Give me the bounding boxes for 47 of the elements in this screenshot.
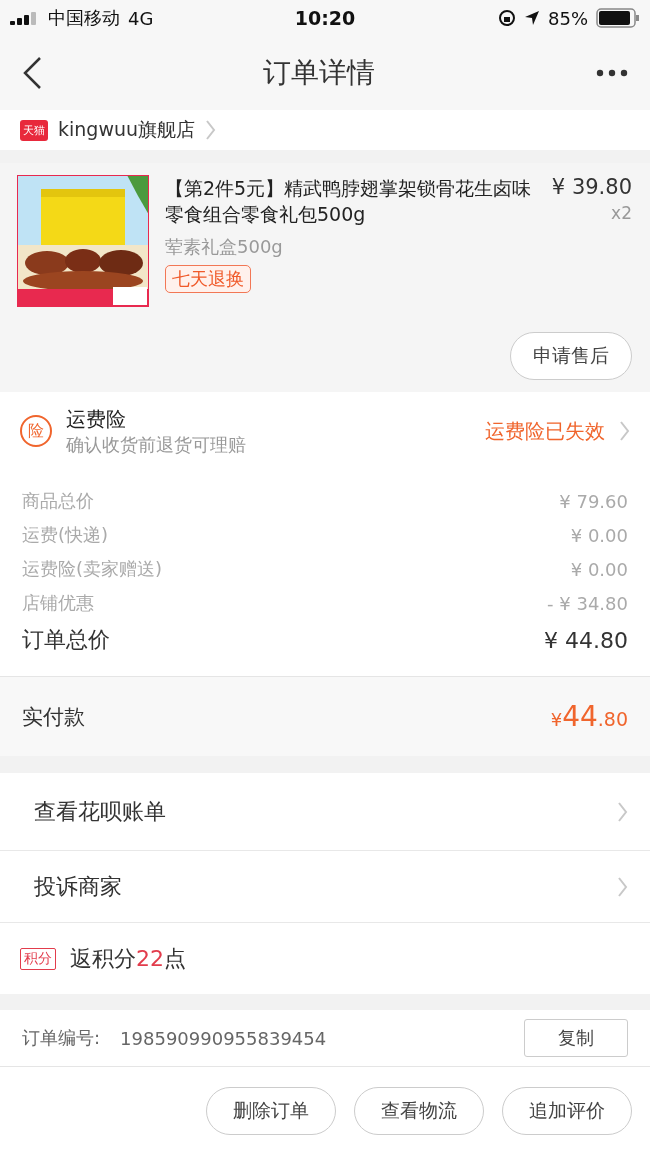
store-badge: 天猫 [20,119,48,141]
price-value: ¥ 0.00 [570,558,628,580]
status-time: 10:20 [294,7,356,29]
action-button[interactable]: 查看物流 [354,1087,484,1135]
return-policy-tag: 七天退换 [165,265,251,293]
product-variant: 荤素礼盒500g [165,235,284,259]
order-total-label: 订单总价 [22,626,110,654]
back-icon[interactable] [22,56,42,90]
paid-label: 实付款 [22,703,85,731]
insurance-icon: 险 [20,415,52,447]
price-value: - ¥ 34.80 [547,592,628,614]
chevron-right-icon [617,800,628,823]
insurance-subtitle: 确认收货前退货可理赔 [66,432,247,457]
order-total-value: ¥ 44.80 [544,627,628,653]
copy-button[interactable]: 复制 [524,1019,628,1057]
price-label: 运费险(卖家赠送) [22,557,163,581]
menu-row[interactable]: 投诉商家 [0,851,650,923]
product-quantity: x2 [611,203,632,223]
order-number: 198590990955839454 [120,1027,328,1049]
battery-icon [596,8,640,28]
insurance-title: 运费险 [66,405,127,433]
points-badge: 积分 [20,947,56,970]
chevron-right-icon [617,875,628,898]
store-name[interactable]: kingwuu旗舰店 [58,117,195,143]
location-arrow-icon [524,10,540,26]
carrier-name: 中国移动 [48,6,120,30]
chevron-right-icon [205,119,216,141]
product-price: ¥ 39.80 [551,175,632,199]
network-type: 4G [128,7,154,29]
price-label: 商品总价 [22,489,94,513]
order-number-label: 订单编号: [22,1026,101,1050]
points-text: 返积分22点 [70,944,186,973]
after-sale-button[interactable]: 申请售后 [510,332,632,380]
battery-percent: 85% [548,7,588,29]
rotation-lock-icon [498,9,516,27]
menu-row[interactable]: 查看花呗账单 [0,773,650,851]
price-value: ¥ 0.00 [570,524,628,546]
more-icon[interactable] [596,69,628,77]
page-title: 订单详情 [262,55,376,91]
chevron-right-icon [619,420,630,442]
price-label: 运费(快递) [22,523,109,547]
price-value: ¥ 79.60 [559,490,628,512]
action-button[interactable]: 追加评价 [502,1087,632,1135]
product-title[interactable]: 【第2件5元】精武鸭脖翅掌架锁骨花生卤味零食组合零食礼包500g [165,175,536,227]
price-label: 店铺优惠 [22,591,94,615]
action-button[interactable]: 删除订单 [206,1087,336,1135]
paid-amount: ¥44.80 [550,700,628,733]
